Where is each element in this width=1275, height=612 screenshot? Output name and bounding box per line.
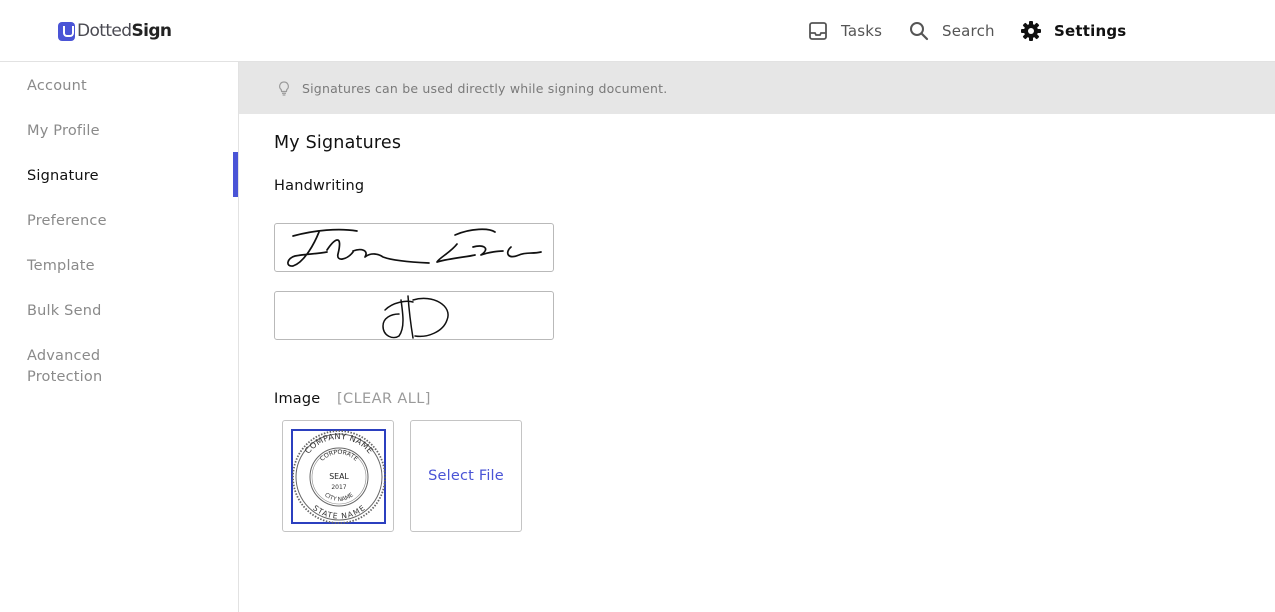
top-bar: DottedSign Tasks Search Settings bbox=[0, 0, 1275, 62]
select-file-label: Select File bbox=[428, 468, 504, 484]
logo-text-sign: Sign bbox=[131, 21, 172, 41]
nav-tasks[interactable]: Tasks bbox=[807, 0, 882, 62]
app-logo[interactable]: DottedSign bbox=[58, 20, 172, 42]
page-title: My Signatures bbox=[274, 133, 402, 153]
nav-tasks-label: Tasks bbox=[841, 22, 883, 40]
sidebar-item-signature[interactable]: Signature bbox=[27, 166, 217, 187]
active-item-indicator bbox=[233, 152, 238, 197]
nav-search-label: Search bbox=[942, 22, 995, 40]
image-signature-seal[interactable]: COMPANY NAME CORPORATE SEAL 2017 CITY NA… bbox=[282, 420, 394, 532]
seal-year-text: 2017 bbox=[331, 484, 346, 491]
seal-center-text: SEAL bbox=[329, 472, 349, 481]
sidebar-item-template[interactable]: Template bbox=[27, 256, 217, 277]
search-icon bbox=[908, 20, 930, 42]
logo-wordmark: DottedSign bbox=[77, 21, 172, 41]
svg-text:CORPORATE: CORPORATE bbox=[319, 449, 360, 463]
seal-inner-top-text: CORPORATE bbox=[319, 449, 360, 463]
signature-full-drawing bbox=[287, 228, 542, 267]
nav-settings-label: Settings bbox=[1054, 22, 1127, 40]
clear-all-button[interactable]: [CLEAR ALL] bbox=[337, 391, 431, 407]
lightbulb-icon bbox=[278, 81, 290, 96]
logo-text-dotted: Dotted bbox=[77, 21, 132, 41]
signature-initials-drawing bbox=[382, 295, 449, 339]
handwriting-signature-initials[interactable] bbox=[274, 291, 554, 340]
info-banner: Signatures can be used directly while si… bbox=[239, 62, 1275, 114]
nav-search[interactable]: Search bbox=[908, 0, 995, 62]
inbox-tray-icon bbox=[807, 20, 829, 42]
sidebar-item-my-profile[interactable]: My Profile bbox=[27, 121, 217, 142]
gear-icon bbox=[1020, 20, 1042, 42]
dottedsign-logo-icon bbox=[58, 21, 75, 41]
settings-sidebar: Account My Profile Signature Preference … bbox=[0, 62, 239, 612]
sidebar-item-advanced-protection[interactable]: Advanced Protection bbox=[27, 346, 137, 388]
nav-settings[interactable]: Settings bbox=[1020, 0, 1126, 62]
sidebar-item-bulk-send[interactable]: Bulk Send bbox=[27, 301, 217, 322]
corporate-seal-image: COMPANY NAME CORPORATE SEAL 2017 CITY NA… bbox=[292, 430, 386, 524]
handwriting-heading: Handwriting bbox=[274, 178, 365, 194]
banner-text: Signatures can be used directly while si… bbox=[302, 81, 668, 96]
sidebar-item-account[interactable]: Account bbox=[27, 76, 217, 97]
select-file-button[interactable]: Select File bbox=[410, 420, 522, 532]
sidebar-item-preference[interactable]: Preference bbox=[27, 211, 217, 232]
image-heading: Image bbox=[274, 391, 321, 407]
handwriting-signature-full[interactable] bbox=[274, 223, 554, 272]
